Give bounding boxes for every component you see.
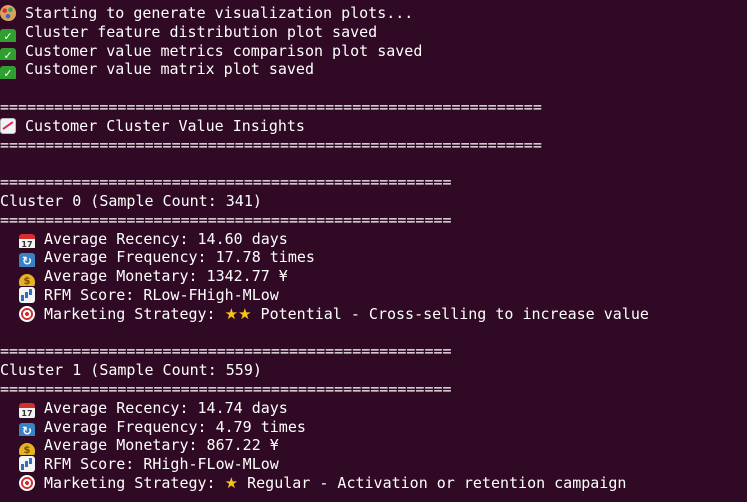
repeat-arrows-icon: ↻ [19, 422, 35, 437]
cluster-separator: ========================================… [0, 210, 452, 229]
cluster-header: Cluster 1 (Sample Count: 559) [0, 361, 262, 380]
progress-text: Customer value matrix plot saved [25, 60, 314, 79]
cluster-metric-frequency: ↻ Average Frequency: 4.79 times [0, 418, 747, 437]
progress-line: ✓ Customer value matrix plot saved [0, 60, 747, 80]
cluster-metric-recency: 17 Average Recency: 14.74 days [0, 399, 747, 418]
terminal-output[interactable]: Starting to generate visualization plots… [0, 0, 747, 502]
repeat-arrows-icon: ↻ [19, 253, 35, 268]
calendar-icon: 17 [19, 402, 35, 418]
progress-text: Customer value metrics comparison plot s… [25, 41, 423, 60]
insights-separator: ========================================… [0, 135, 542, 154]
cluster-metric-recency: 17 Average Recency: 14.60 days [0, 230, 747, 249]
star-rating: ★ [224, 473, 239, 492]
cluster-separator: ========================================… [0, 173, 452, 192]
cluster-rfm-score: RFM Score: RHigh-FLow-MLow [0, 455, 747, 474]
target-icon [19, 305, 35, 322]
bar-chart-icon [19, 456, 35, 473]
cluster-strategy: Marketing Strategy: ★★ Potential - Cross… [0, 305, 747, 324]
palette-icon [0, 5, 16, 21]
cluster-rfm-score: RFM Score: RLow-FHigh-MLow [0, 286, 747, 305]
chart-increasing-icon [0, 117, 16, 134]
progress-text: Starting to generate visualization plots… [25, 4, 414, 22]
progress-text: Cluster feature distribution plot saved [25, 22, 378, 41]
bar-chart-icon [19, 286, 35, 303]
money-bag-icon: $ [19, 443, 35, 456]
star-rating: ★★ [224, 304, 252, 323]
cluster-strategy: Marketing Strategy: ★ Regular - Activati… [0, 474, 747, 493]
target-icon [19, 474, 35, 491]
calendar-icon: 17 [19, 233, 35, 249]
money-bag-icon: $ [19, 274, 35, 286]
cluster-metric-frequency: ↻ Average Frequency: 17.78 times [0, 248, 747, 268]
cluster-header: Cluster 0 (Sample Count: 341) [0, 191, 262, 210]
progress-line: Starting to generate visualization plots… [0, 4, 747, 23]
check-mark-icon: ✓ [0, 47, 16, 61]
check-mark-icon: ✓ [0, 66, 16, 80]
cluster-separator: ========================================… [0, 379, 452, 398]
cluster-metric-monetary: $ Average Monetary: 1342.77 ¥ [0, 267, 747, 286]
insights-separator: ========================================… [0, 97, 542, 116]
check-mark-icon: ✓ [0, 28, 16, 42]
cluster-separator: ========================================… [0, 342, 452, 361]
cluster-metric-monetary: $ Average Monetary: 867.22 ¥ [0, 436, 747, 456]
progress-line: ✓ Customer value metrics comparison plot … [0, 42, 747, 61]
insights-heading: Customer Cluster Value Insights [25, 116, 305, 135]
progress-line: ✓ Cluster feature distribution plot saved [0, 23, 747, 42]
insights-heading-line: Customer Cluster Value Insights [0, 117, 747, 136]
